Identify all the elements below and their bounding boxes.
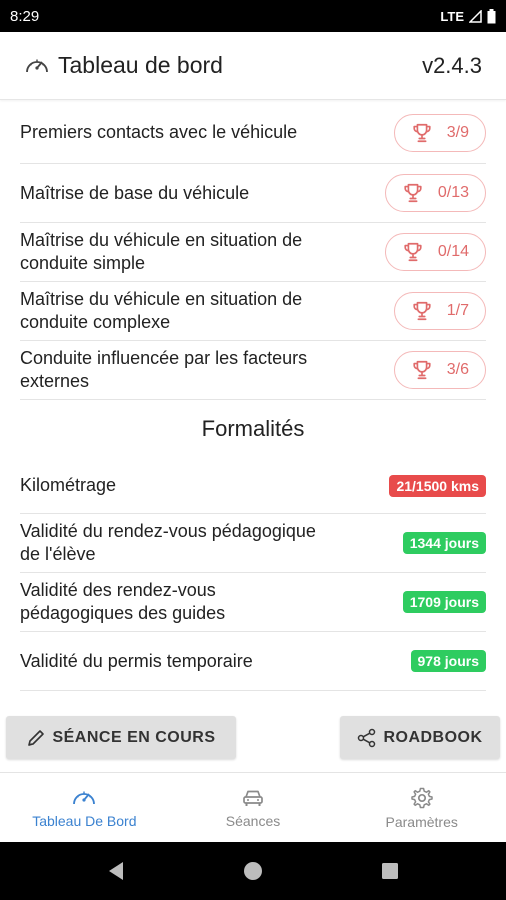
car-icon xyxy=(241,787,265,809)
section-title-formalites: Formalités xyxy=(201,416,305,441)
trophy-icon xyxy=(404,183,422,203)
speedometer-icon xyxy=(24,55,50,77)
speedometer-icon xyxy=(71,787,97,809)
competence-score-badge[interactable]: 0/14 xyxy=(384,233,486,271)
gear-icon xyxy=(410,786,434,810)
system-navigation-bar xyxy=(0,842,506,900)
recents-icon[interactable] xyxy=(381,862,399,880)
pencil-icon xyxy=(26,728,46,748)
competence-score: 0/14 xyxy=(437,243,469,260)
status-indicators: LTE xyxy=(440,8,496,24)
nav-label: Tableau De Bord xyxy=(32,812,137,829)
action-bar: SÉANCE EN COURS ROADBOOK xyxy=(0,716,506,759)
competence-score-badge[interactable]: 0/13 xyxy=(384,174,486,212)
home-icon[interactable] xyxy=(243,861,263,881)
formalite-label: Kilométrage xyxy=(20,475,117,495)
share-icon xyxy=(357,728,377,748)
back-icon[interactable] xyxy=(107,861,125,881)
competence-score-badge[interactable]: 1/7 xyxy=(393,292,486,330)
bottom-navigation: Tableau De Bord Séances Paramètres xyxy=(0,772,506,842)
competence-score: 3/9 xyxy=(446,123,469,141)
trophy-icon xyxy=(404,242,422,262)
roadbook-button-label: ROADBOOK xyxy=(383,728,483,746)
nav-item-dashboard[interactable]: Tableau De Bord xyxy=(0,773,169,842)
page-title: Tableau de bord xyxy=(58,52,223,78)
competence-label: Maîtrise du véhicule en situation de cond… xyxy=(20,289,303,332)
nav-item-settings[interactable]: Paramètres xyxy=(337,773,506,842)
network-type: LTE xyxy=(440,8,464,24)
trophy-icon xyxy=(413,360,431,380)
formalite-label: Validité du rendez-vous pédagogique de l'… xyxy=(20,521,316,564)
nav-label: Paramètres xyxy=(385,813,458,830)
competence-row[interactable]: Conduite influencée par les facteurs exte… xyxy=(20,341,486,400)
roadbook-button[interactable]: ROADBOOK xyxy=(340,716,500,759)
formalite-row: Validité du permis temporaire 978 jours xyxy=(20,632,486,691)
app-version: v2.4.3 xyxy=(422,52,482,78)
competence-label: Conduite influencée par les facteurs exte… xyxy=(20,348,308,391)
app-bar: Tableau de bord v2.4.3 xyxy=(0,32,506,100)
session-in-progress-button[interactable]: SÉANCE EN COURS xyxy=(6,716,236,759)
competence-label: Maîtrise de base du véhicule xyxy=(20,182,250,203)
competence-row[interactable]: Premiers contacts avec le véhicule 3/9 xyxy=(20,102,486,164)
nav-item-seances[interactable]: Séances xyxy=(169,773,338,842)
signal-icon xyxy=(469,9,482,23)
competence-score: 1/7 xyxy=(446,302,469,319)
trophy-icon xyxy=(413,123,431,142)
dashboard-content: Premiers contacts avec le véhicule 3/9 M… xyxy=(20,102,486,691)
competence-row[interactable]: Maîtrise de base du véhicule 0/13 xyxy=(20,164,486,223)
formalite-label: Validité du permis temporaire xyxy=(20,650,253,671)
formalite-row: Validité des rendez-vous pédagogiques des… xyxy=(20,573,486,632)
competence-label: Maîtrise du véhicule en situation de cond… xyxy=(20,230,303,273)
formalite-value-badge: 1709 jours xyxy=(402,591,486,613)
competence-score-badge[interactable]: 3/6 xyxy=(393,351,486,389)
formalite-value-badge: 978 jours xyxy=(410,650,486,672)
formalite-row: Kilométrage 21/1500 kms xyxy=(20,458,486,514)
formalite-row: Validité du rendez-vous pédagogique de l'… xyxy=(20,514,486,573)
status-bar: 8:29 LTE xyxy=(0,0,506,32)
competence-score: 3/6 xyxy=(446,361,469,378)
trophy-icon xyxy=(413,301,431,321)
status-time: 8:29 xyxy=(10,7,40,25)
formalite-value-badge: 1344 jours xyxy=(402,532,486,554)
competence-label: Premiers contacts avec le véhicule xyxy=(20,122,298,142)
formalite-label: Validité des rendez-vous pédagogiques des… xyxy=(20,580,226,623)
competence-row[interactable]: Maîtrise du véhicule en situation de cond… xyxy=(20,282,486,341)
battery-icon xyxy=(487,8,496,24)
nav-label: Séances xyxy=(225,812,281,829)
formalite-value-badge: 21/1500 kms xyxy=(389,474,486,497)
competence-score-badge[interactable]: 3/9 xyxy=(393,113,486,152)
competence-row[interactable]: Maîtrise du véhicule en situation de cond… xyxy=(20,223,486,282)
competence-score: 0/13 xyxy=(437,184,469,201)
session-button-label: SÉANCE EN COURS xyxy=(52,728,216,746)
